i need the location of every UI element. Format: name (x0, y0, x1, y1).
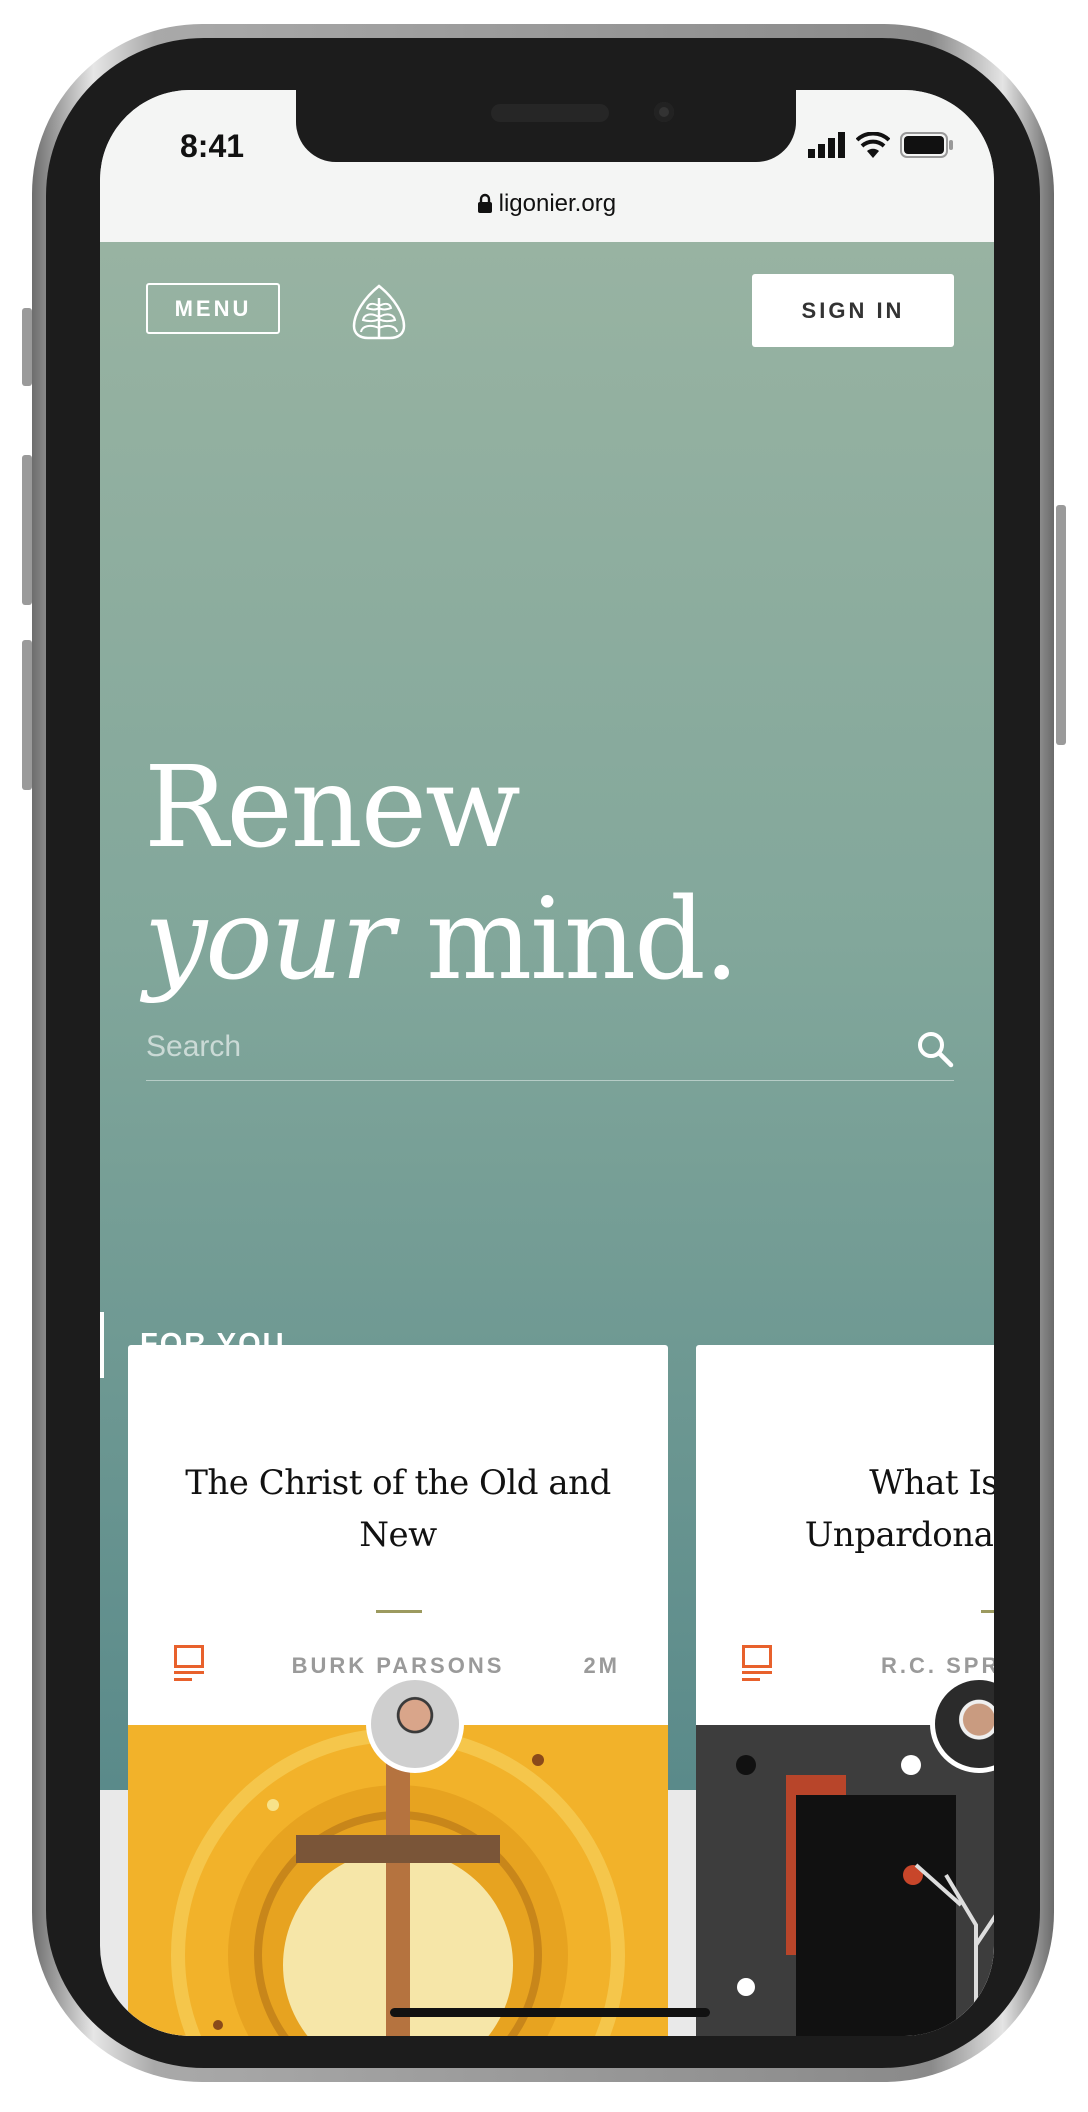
cross-artwork (128, 1725, 668, 2036)
video-icon (742, 1645, 772, 1681)
clock: 8:41 (180, 128, 245, 164)
ligonier-logo-icon[interactable] (350, 284, 408, 340)
card-title[interactable]: What Is the Unpardonable Sin? (766, 1457, 994, 1561)
headline-line2: your mind. (144, 875, 739, 1005)
mute-switch (22, 308, 32, 386)
menu-button[interactable]: MENU (146, 283, 280, 334)
author-avatar (366, 1675, 464, 1773)
card-divider (981, 1610, 994, 1613)
screen: 8:41 ligonier.org MENU SIGN IN Renew you… (100, 90, 994, 2036)
search-bar (146, 1022, 954, 1081)
battery-icon (900, 132, 953, 158)
hero-headline: Renew your mind. (144, 742, 739, 1006)
card-image[interactable] (696, 1725, 994, 2036)
content-card[interactable]: The Christ of the Old and New BURK PARSO… (128, 1345, 668, 2036)
card-divider (376, 1610, 422, 1613)
signal-icon (808, 132, 845, 158)
section-marker (100, 1312, 104, 1378)
notch (296, 90, 796, 162)
volume-down-button (22, 640, 32, 790)
wifi-icon (856, 132, 890, 158)
volume-up-button (22, 455, 32, 605)
search-input[interactable] (146, 1022, 846, 1072)
card-image[interactable] (128, 1725, 668, 2036)
card-duration: 2M (583, 1653, 620, 1678)
content-card[interactable]: What Is the Unpardonable Sin? R.C. SPR (696, 1345, 994, 2036)
power-button (1056, 505, 1066, 745)
card-title[interactable]: The Christ of the Old and New (168, 1457, 628, 1561)
home-indicator[interactable] (390, 2008, 710, 2017)
lock-icon (477, 193, 492, 213)
address-bar[interactable]: ligonier.org (100, 190, 994, 218)
headline-line1: Renew (144, 743, 521, 873)
tree-artwork (696, 1725, 994, 2036)
search-icon[interactable] (916, 1030, 954, 1068)
sign-in-button[interactable]: SIGN IN (752, 274, 954, 347)
url-text: ligonier.org (498, 190, 617, 217)
